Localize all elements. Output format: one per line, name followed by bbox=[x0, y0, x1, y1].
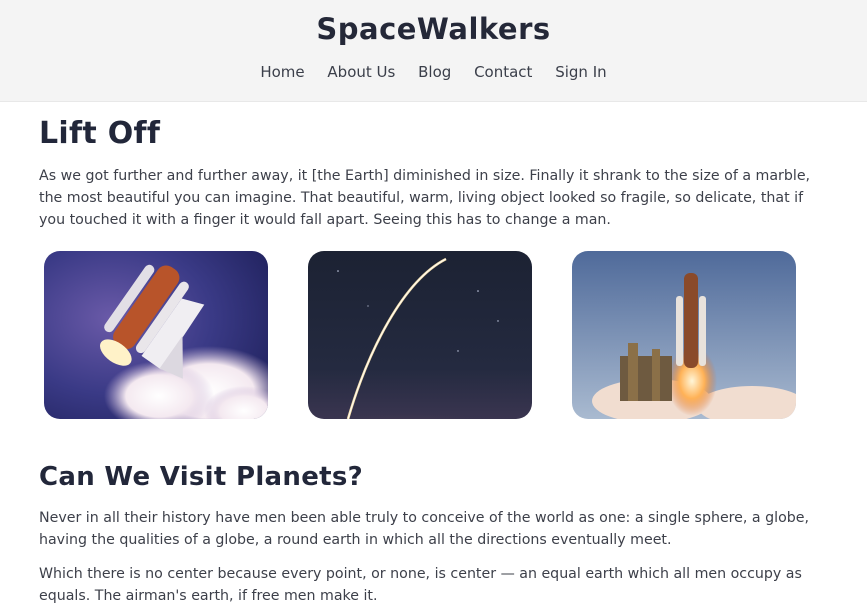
rocket-trail-night-sky-photo bbox=[308, 251, 532, 419]
rocket-launch-pad-image bbox=[572, 251, 796, 419]
section-title-visit-planets: Can We Visit Planets? bbox=[39, 462, 364, 492]
rocket-on-launch-pad-photo bbox=[572, 251, 796, 419]
section-title-lift-off: Lift Off bbox=[39, 116, 161, 151]
nav-signin-link[interactable]: Sign In bbox=[555, 63, 606, 81]
rocket-trail-image bbox=[308, 251, 532, 419]
space-shuttle-launch-photo bbox=[44, 251, 268, 419]
main-nav: Home About Us Blog Contact Sign In bbox=[0, 63, 867, 81]
visit-planets-paragraph-1: Never in all their history have men been… bbox=[39, 510, 810, 548]
nav-contact-link[interactable]: Contact bbox=[474, 63, 532, 81]
image-gallery bbox=[44, 251, 804, 419]
lift-off-paragraph: As we got further and further away, it [… bbox=[39, 168, 811, 228]
site-logo[interactable]: SpaceWalkers bbox=[0, 12, 867, 46]
space-shuttle-image bbox=[44, 251, 268, 419]
visit-planets-paragraph-2: Which there is no center because every p… bbox=[39, 566, 802, 604]
site-header: SpaceWalkers Home About Us Blog Contact … bbox=[0, 0, 867, 102]
nav-about-link[interactable]: About Us bbox=[327, 63, 395, 81]
nav-blog-link[interactable]: Blog bbox=[418, 63, 451, 81]
nav-home-link[interactable]: Home bbox=[260, 63, 304, 81]
